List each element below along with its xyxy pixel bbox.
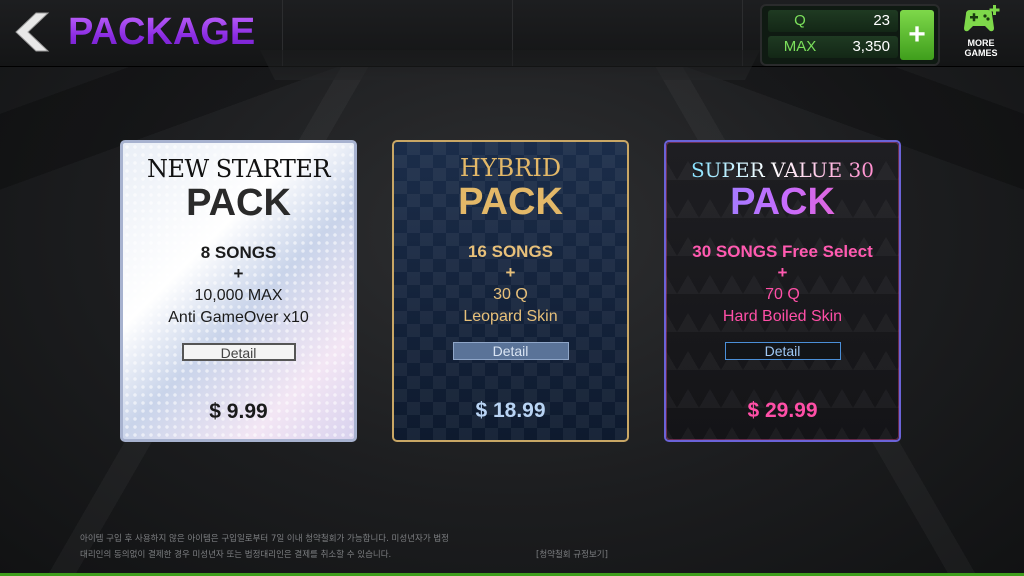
package-line: 16 SONGS	[467, 242, 554, 261]
package-card-super-value[interactable]: SUPER VALUE 30 PACK 30 SONGS Free Select…	[664, 140, 901, 442]
currency-panel: Q 23 MAX 3,350 +	[760, 4, 940, 66]
disclaimer-line: 아이템 구입 후 사용하지 않은 아이템은 구입일로부터 7일 이내 청약철회가…	[80, 534, 449, 544]
refund-disclaimer: 아이템 구입 후 사용하지 않은 아이템은 구입일로부터 7일 이내 청약철회가…	[80, 531, 540, 563]
package-price: $ 9.99	[209, 400, 268, 423]
gamepad-plus-icon	[964, 5, 1000, 32]
q-currency-row: Q 23	[768, 10, 898, 32]
package-line: 30 SONGS Free Select	[692, 242, 873, 261]
detail-button[interactable]: Detail	[724, 342, 841, 360]
package-title-main: PACK	[458, 181, 563, 223]
package-line: 70 Q	[765, 286, 800, 303]
package-line: 10,000 MAX	[194, 287, 283, 304]
max-label: MAX	[783, 38, 817, 55]
max-value: 3,350	[852, 38, 890, 55]
package-line: Leopard Skin	[463, 308, 558, 325]
package-card-new-starter[interactable]: NEW STARTER PACK 8 SONGS + 10,000 MAX An…	[120, 140, 357, 442]
add-currency-button[interactable]: +	[900, 10, 934, 60]
refund-policy-link[interactable]: [청약철회 규정보기]	[536, 548, 608, 562]
disclaimer-line: 대리인의 동의없이 결제한 경우 미성년자 또는 법정대리인은 결제를 취소할 …	[80, 550, 392, 560]
package-line: Anti GameOver x10	[168, 309, 309, 326]
package-line: Hard Boiled Skin	[722, 308, 843, 325]
more-games-button[interactable]: MORE GAMES	[948, 4, 1014, 62]
q-label: Q	[794, 12, 806, 29]
detail-button[interactable]: Detail	[181, 343, 296, 361]
package-line: +	[233, 264, 244, 283]
package-card-hybrid[interactable]: HYBRID PACK 16 SONGS + 30 Q Leopard Skin…	[392, 140, 629, 442]
package-line: 30 Q	[493, 286, 528, 303]
package-line: +	[505, 263, 516, 282]
max-currency-row: MAX 3,350	[768, 36, 898, 58]
q-value: 23	[873, 12, 890, 29]
package-title-top: HYBRID	[459, 154, 562, 182]
package-title-main: PACK	[666, 180, 899, 224]
more-games-label: MORE GAMES	[964, 38, 998, 58]
package-price: $ 18.99	[475, 399, 546, 422]
chevron-left-icon	[15, 12, 50, 52]
package-price: $ 29.99	[747, 399, 818, 422]
package-line: 8 SONGS	[200, 243, 277, 262]
back-button[interactable]	[8, 10, 52, 54]
topbar-ridge	[260, 50, 760, 80]
detail-button[interactable]: Detail	[452, 342, 569, 360]
package-title-main: PACK	[186, 182, 291, 224]
package-title-top: NEW STARTER	[146, 155, 331, 183]
package-line: +	[777, 263, 788, 282]
page-title: PACKAGE	[68, 11, 256, 53]
